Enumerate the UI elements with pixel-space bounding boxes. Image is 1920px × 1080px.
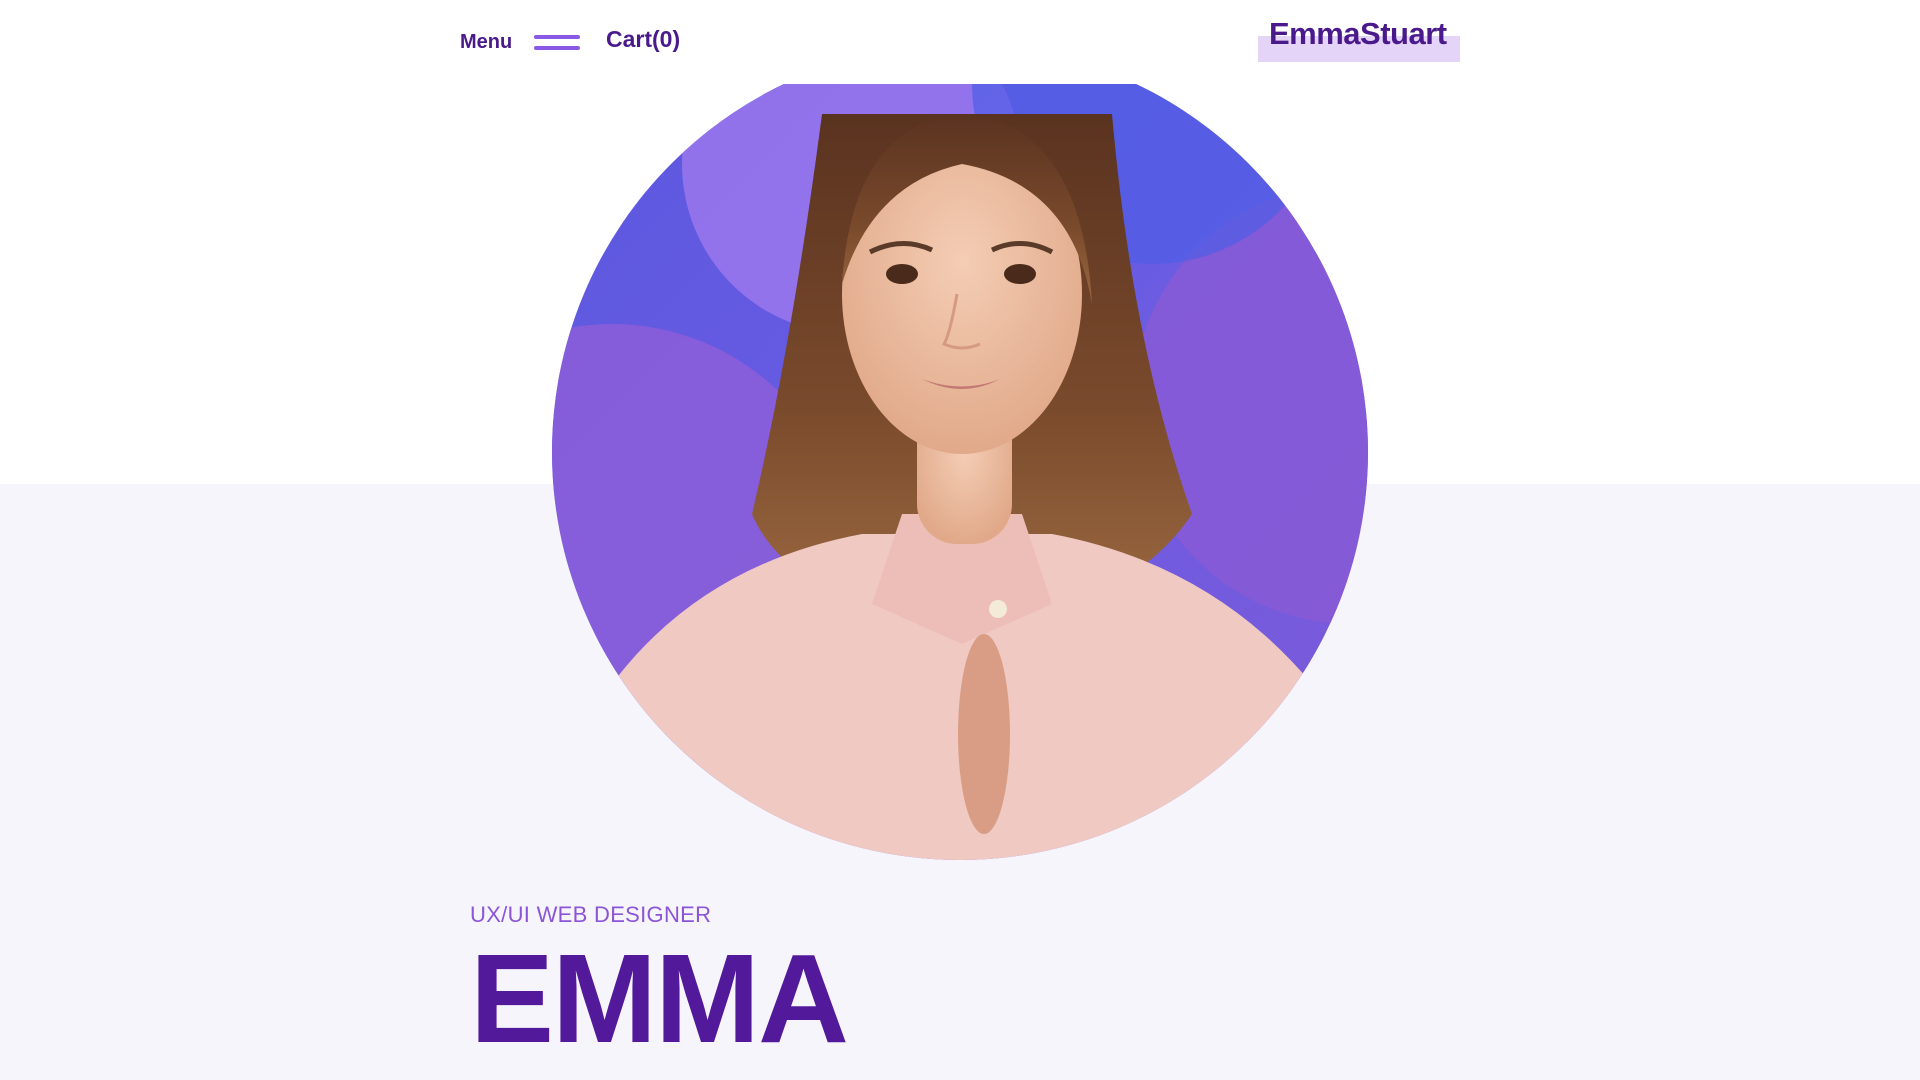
site-logo[interactable]: EmmaStuart	[1258, 16, 1460, 62]
menu-label: Menu	[460, 30, 513, 53]
hero-text: UX/UI WEB DESIGNER EMMA	[470, 902, 849, 1069]
hero-name: EMMA	[470, 928, 849, 1069]
site-header: Menu Cart(0) EmmaStuart	[0, 0, 1920, 84]
cart-link[interactable]: Cart(0)	[606, 26, 680, 53]
hamburger-icon	[534, 31, 581, 53]
menu-button[interactable]: Menu	[460, 28, 581, 56]
logo-text: EmmaStuart	[1269, 16, 1447, 51]
profile-portrait	[552, 44, 1368, 860]
hero-subtitle: UX/UI WEB DESIGNER	[470, 902, 712, 927]
